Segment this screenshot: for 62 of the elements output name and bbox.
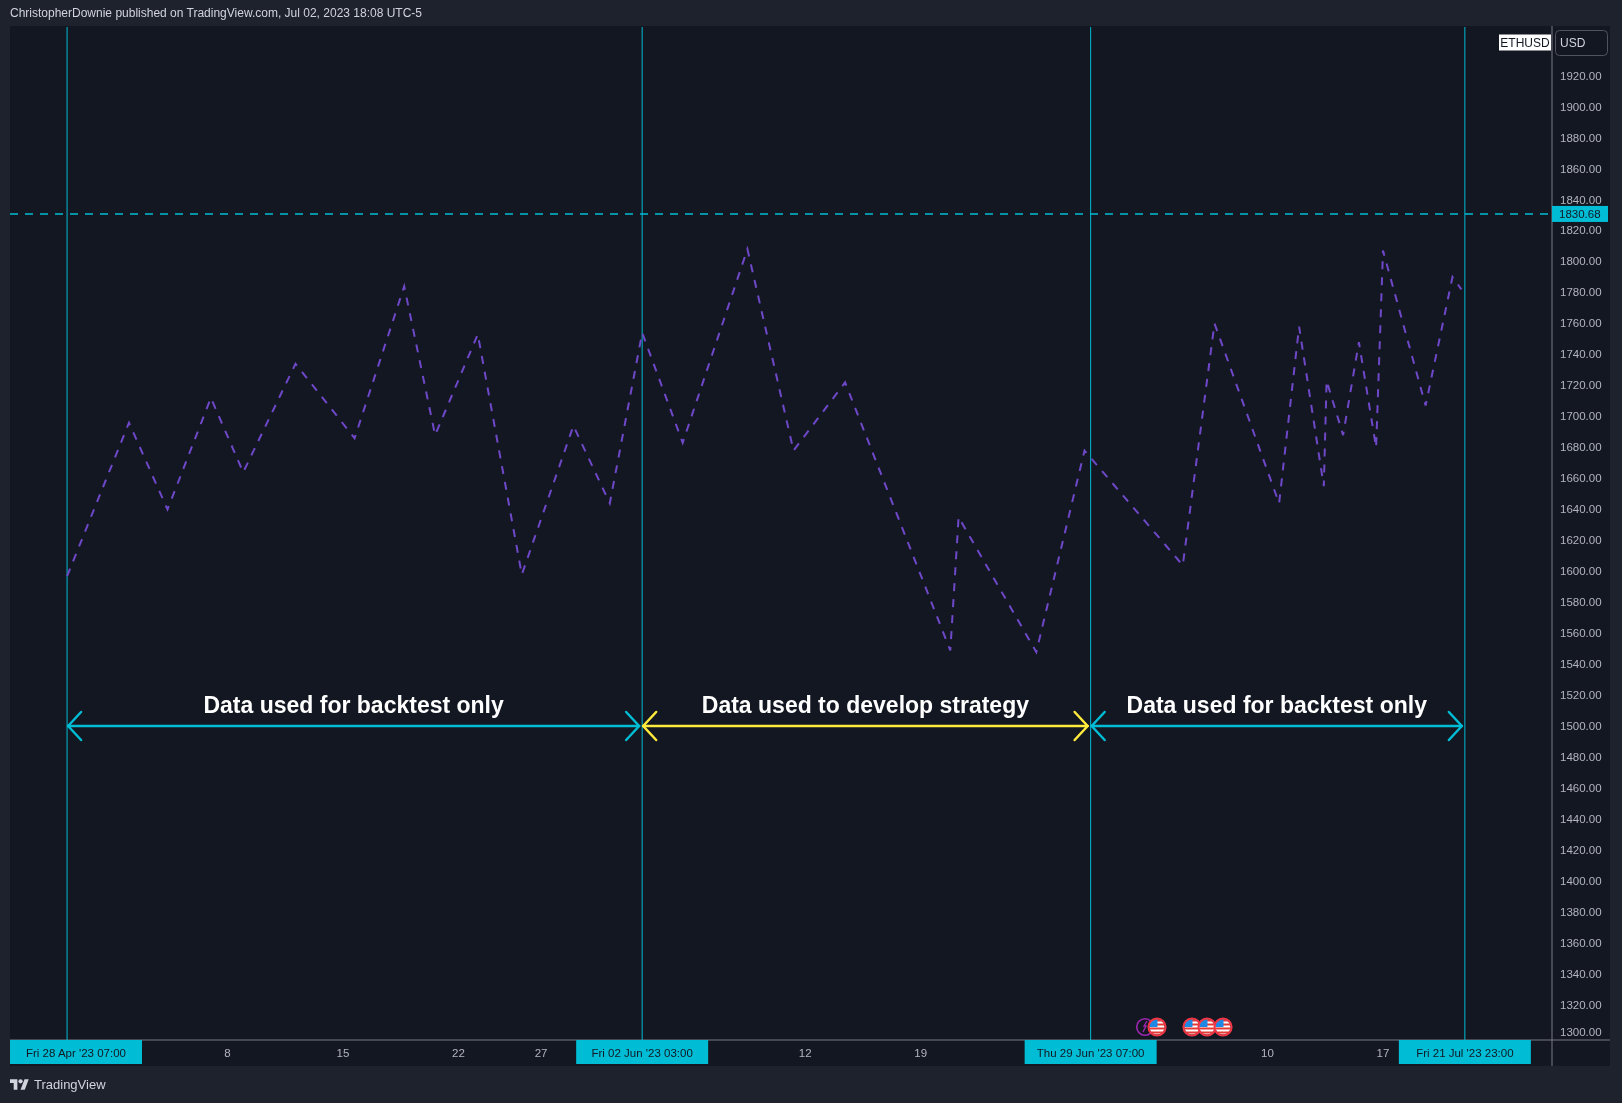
time-label: 27	[534, 1047, 548, 1059]
annotation-text: Data used for backtest only	[1126, 692, 1427, 718]
price-label: 1840.00	[1560, 193, 1602, 206]
time-label: 22	[452, 1047, 465, 1059]
price-label: 1360.00	[1560, 937, 1602, 950]
price-label: 1420.00	[1560, 844, 1602, 857]
price-label: 1380.00	[1560, 906, 1602, 919]
publish-info: ChristopherDownie published on TradingView.com, Jul 02, 2023 18:08 UTC-5	[10, 6, 422, 20]
ref-line-label: Fri 28 Apr '23 07:00	[25, 1046, 127, 1059]
price-label: 1860.00	[1560, 162, 1602, 175]
price-label: 1700.00	[1560, 410, 1602, 423]
price-label: 1500.00	[1560, 720, 1602, 733]
price-label: 1600.00	[1560, 565, 1602, 578]
annotation-text: Data used for backtest only	[203, 692, 504, 718]
price-label: 1520.00	[1560, 689, 1602, 702]
flag-icon[interactable]	[1147, 1017, 1167, 1037]
time-label: 8	[224, 1047, 231, 1059]
price-label: 1660.00	[1560, 472, 1602, 485]
time-label: 19	[914, 1047, 928, 1059]
currency-button[interactable]: USD	[1555, 30, 1608, 56]
symbol-label: ETHUSD	[1499, 34, 1551, 51]
price-label: 1400.00	[1560, 875, 1602, 888]
logo-icon[interactable]	[10, 1077, 29, 1092]
date-label: Thu 29 Jun '23 07:00	[1024, 1040, 1157, 1064]
price-label: 1320.00	[1560, 999, 1602, 1012]
flag-icon[interactable]	[1213, 1017, 1233, 1037]
price-label: 1640.00	[1560, 503, 1602, 516]
price-label: 1460.00	[1560, 782, 1602, 795]
price-label: 1560.00	[1560, 627, 1602, 640]
price-tag: 1830.68	[1552, 205, 1608, 222]
ref-line-label: Thu 29 Jun '23 07:00	[1036, 1046, 1145, 1059]
price-label: 1440.00	[1560, 813, 1602, 826]
ref-line-label: Fri 02 Jun '23 03:00	[591, 1046, 693, 1059]
price-label: 1900.00	[1560, 100, 1602, 113]
ref-line-label: 1830.68	[1559, 208, 1601, 221]
time-label: 10	[1261, 1047, 1274, 1059]
price-label: 1740.00	[1560, 348, 1602, 361]
price-label: 1480.00	[1560, 751, 1602, 764]
price-label: 1540.00	[1560, 658, 1602, 671]
price-label: 1760.00	[1560, 317, 1602, 330]
time-label: 12	[798, 1047, 812, 1059]
date-label: Fri 02 Jun '23 03:00	[576, 1040, 709, 1064]
price-label: 1780.00	[1560, 286, 1602, 299]
ref-line-label: Fri 21 Jul '23 23:00	[1416, 1046, 1514, 1059]
price-label: 1920.00	[1560, 69, 1602, 82]
date-label: Fri 28 Apr '23 07:00	[10, 1040, 142, 1064]
date-label: Fri 21 Jul '23 23:00	[1398, 1040, 1531, 1064]
flag-icon[interactable]	[1182, 1017, 1202, 1037]
price-label: 1300.00	[1560, 1026, 1602, 1038]
price-label: 1620.00	[1560, 534, 1602, 547]
time-label: 15	[336, 1047, 350, 1059]
flag-icon[interactable]	[1197, 1017, 1217, 1037]
price-label: 1340.00	[1560, 968, 1602, 981]
price-label: 1820.00	[1560, 224, 1602, 237]
price-label: 1680.00	[1560, 441, 1602, 454]
brand-name: TradingView	[34, 1077, 106, 1092]
time-label: 17	[1376, 1047, 1390, 1059]
annotation-text: Data used to develop strategy	[701, 692, 1029, 718]
price-label: 1720.00	[1560, 379, 1602, 392]
price-label: 1800.00	[1560, 255, 1602, 268]
price-label: 1880.00	[1560, 131, 1602, 144]
price-label: 1580.00	[1560, 596, 1602, 609]
